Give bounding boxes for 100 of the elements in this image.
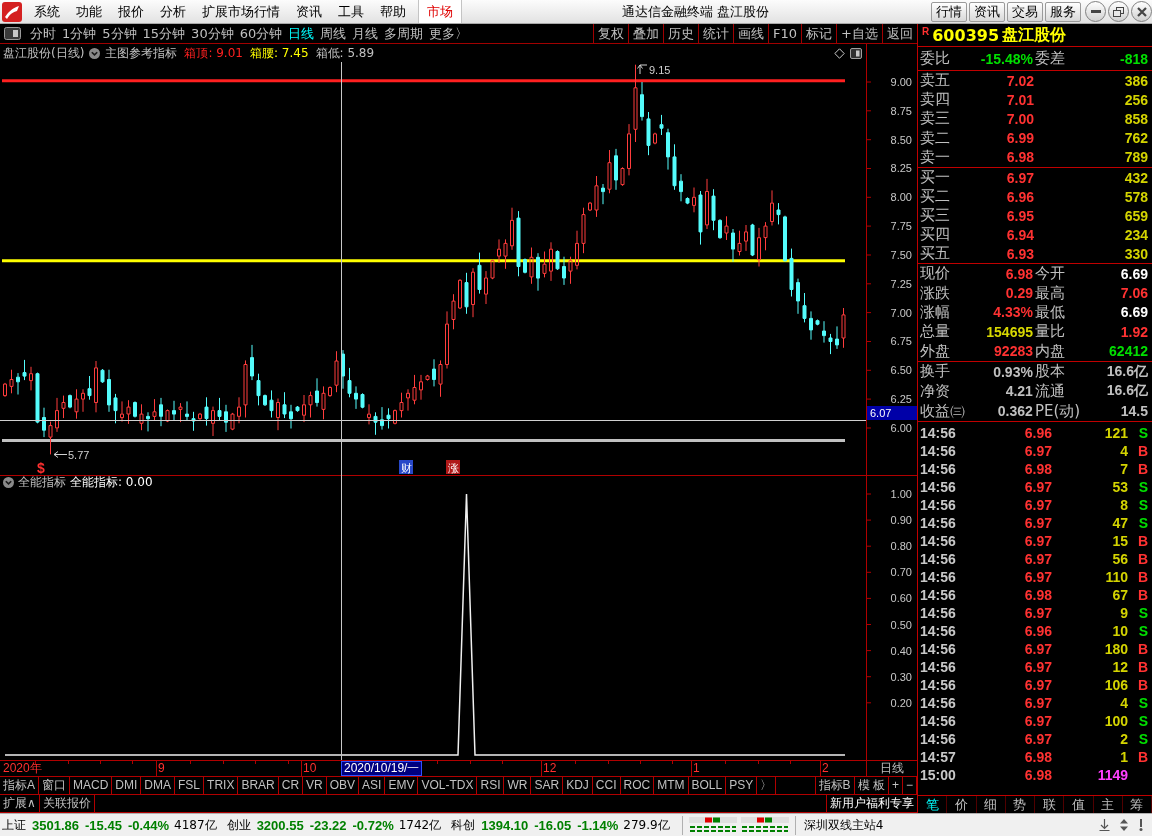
menu-item[interactable]: 帮助: [372, 2, 414, 21]
diamond-icon[interactable]: [834, 47, 845, 59]
tick-time: 14:56: [920, 497, 957, 513]
index-percent: -0.44%: [127, 817, 170, 833]
promo-link[interactable]: 新用户福利专享: [826, 795, 917, 812]
panel-toggle-icon[interactable]: [850, 47, 862, 59]
tick-price: 6.97: [1023, 443, 1052, 459]
header-button[interactable]: 交易: [1007, 1, 1043, 22]
minimize-button[interactable]: [1085, 1, 1106, 22]
restore-button[interactable]: [1108, 1, 1129, 22]
tick-volume: 1: [1119, 749, 1128, 765]
close-button[interactable]: [1131, 1, 1152, 22]
tick-side: S: [1137, 713, 1148, 729]
period-tab[interactable]: 1分钟: [59, 24, 100, 43]
indicator-tab[interactable]: VR: [303, 777, 327, 794]
quote-value: 16.6亿: [1105, 382, 1149, 401]
indicator-name[interactable]: 全能指标: [18, 474, 66, 491]
period-tab[interactable]: 60分钟: [236, 24, 286, 43]
value-axis-label: 0.40: [890, 644, 912, 657]
tick-volume: 67: [1111, 587, 1128, 603]
download-icon[interactable]: [1099, 819, 1110, 831]
quote-label: 外盘: [920, 341, 951, 361]
tick-price: 6.97: [1023, 551, 1052, 567]
quote-label: 量比: [1035, 322, 1066, 342]
tick-price: 6.97: [1023, 677, 1052, 693]
header-button[interactable]: 服务: [1045, 1, 1081, 22]
tick-price: 6.97: [1023, 713, 1052, 729]
tick-side: S: [1137, 695, 1148, 711]
period-tab[interactable]: 日线: [285, 24, 318, 43]
up-down-icon[interactable]: [1119, 819, 1129, 831]
ask-price: 6.99: [1005, 130, 1035, 147]
tick-time: 14:56: [920, 623, 957, 639]
indicator-tab[interactable]: TRIX: [204, 777, 239, 794]
tick-volume: 1149: [1096, 767, 1128, 783]
quote-value: 1.92: [1119, 323, 1149, 340]
ask-volume: 386: [1123, 72, 1149, 89]
ask-volume: 858: [1123, 111, 1149, 127]
value-axis-label: 0.20: [890, 696, 912, 709]
template-tab[interactable]: 指标B: [814, 777, 855, 794]
period-tab[interactable]: 多周期: [381, 24, 427, 43]
period-tab[interactable]: 周线: [317, 24, 350, 43]
menu-item[interactable]: 扩展市场行情: [194, 2, 288, 21]
extra-tab[interactable]: 扩展∧: [0, 795, 40, 812]
tick-volume: 110: [1104, 569, 1128, 585]
indicator-tab[interactable]: FSL: [175, 777, 205, 794]
indicator-reading: 箱顶: 9.01: [184, 44, 243, 62]
exclamation-icon[interactable]: [1138, 819, 1144, 831]
dropdown-icon[interactable]: [3, 477, 14, 488]
tick-time: 14:56: [920, 443, 957, 459]
menu-item[interactable]: 功能: [68, 2, 110, 21]
quote-label: 内盘: [1035, 341, 1066, 361]
tick-price: 6.98: [1023, 767, 1052, 783]
stock-name: 盘江股份: [1002, 24, 1067, 46]
tick-time: 14:56: [920, 713, 957, 729]
menu-item[interactable]: 报价: [110, 2, 152, 21]
indicator-tab[interactable]: ASI: [359, 777, 386, 794]
event-marker[interactable]: 财: [399, 460, 413, 475]
period-tab[interactable]: 5分钟: [99, 24, 140, 43]
indicator-tab[interactable]: WR: [504, 777, 532, 794]
dropdown-icon[interactable]: [89, 47, 101, 59]
value-axis-label: 0.50: [890, 618, 912, 631]
tick-side: B: [1136, 677, 1148, 693]
tick-volume: 180: [1103, 641, 1128, 657]
market-tab[interactable]: 市场: [418, 0, 462, 23]
period-tab[interactable]: 更多〉: [426, 24, 472, 43]
tick-volume: 7: [1119, 461, 1128, 477]
menu-item[interactable]: 资讯: [288, 2, 330, 21]
bid-volume: 330: [1123, 245, 1149, 262]
period-tab[interactable]: 30分钟: [188, 24, 237, 43]
bid-label: 买三: [920, 206, 951, 225]
chart-title: 盘江股份(日线): [3, 44, 85, 62]
price-axis-label: 8.25: [890, 162, 912, 175]
indicator-reading: 箱腰: 7.45: [249, 44, 309, 62]
menu-item[interactable]: 分析: [152, 2, 194, 21]
price-axis-label: 7.75: [890, 220, 912, 233]
date-axis-label: 2020年: [3, 761, 42, 776]
event-marker[interactable]: 涨: [446, 460, 460, 475]
date-axis-label: 9: [158, 761, 165, 776]
bid-label: 买四: [920, 225, 951, 244]
period-tab[interactable]: 月线: [349, 24, 382, 43]
left-arrow-icon: [53, 451, 68, 458]
period-tab[interactable]: 15分钟: [139, 24, 189, 43]
menu-item[interactable]: 工具: [330, 2, 372, 21]
indicator-tab[interactable]: 指标A: [0, 777, 39, 794]
indicator-tab[interactable]: VOL-TDX: [418, 777, 478, 794]
tick-side: B: [1136, 659, 1148, 675]
tick-price: 6.97: [1023, 641, 1052, 657]
event-marker[interactable]: $: [37, 460, 45, 475]
tick-time: 14:57: [920, 749, 957, 765]
panel-toggle-icon[interactable]: [4, 27, 21, 40]
chart-period-label: 日线: [879, 761, 905, 776]
period-tab[interactable]: 分时: [27, 24, 59, 43]
quote-label: 净资: [920, 382, 951, 401]
indicator-name[interactable]: 主图参考指标: [105, 44, 178, 62]
indicator-tab[interactable]: MACD: [70, 777, 113, 794]
menu-item[interactable]: 系统: [26, 2, 68, 21]
header-button[interactable]: 行情: [931, 1, 967, 22]
index-percent: -1.14%: [577, 817, 619, 833]
quote-value: 4.33%: [992, 304, 1034, 321]
header-button[interactable]: 资讯: [969, 1, 1005, 22]
